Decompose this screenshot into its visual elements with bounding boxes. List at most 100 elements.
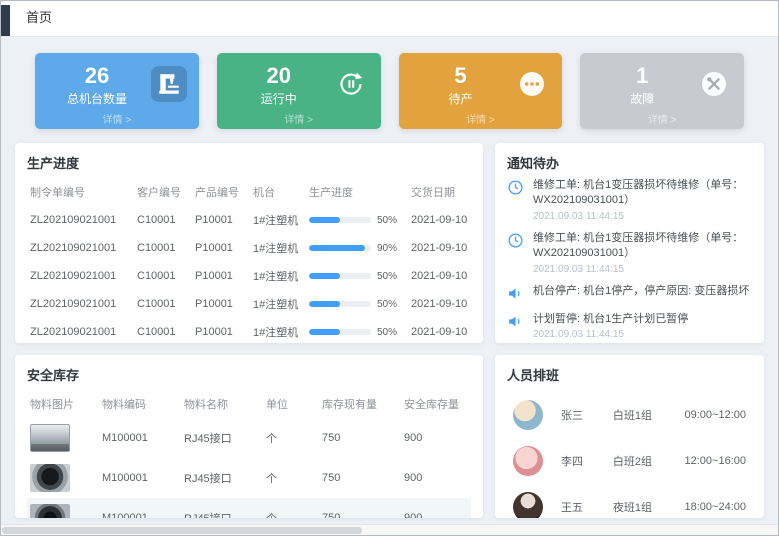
cell-machine: 1#注塑机 <box>250 318 306 343</box>
sidebar-edge <box>1 5 10 36</box>
cell-order: ZL202109021001 <box>27 262 134 290</box>
panel-title: 通知待办 <box>507 153 752 172</box>
column-header: 机台 <box>250 178 306 206</box>
cell-customer: C10001 <box>134 318 192 343</box>
cell-machine: 1#注塑机 <box>250 206 306 234</box>
person-name: 王五 <box>561 499 613 515</box>
detail-link[interactable]: 详情 > <box>580 111 744 126</box>
cell-progress: 90% <box>306 234 408 262</box>
speaker-icon <box>507 313 525 331</box>
material-photo <box>30 504 70 518</box>
cell-material-code: M100001 <box>99 498 181 518</box>
cell-progress: 50% <box>306 290 408 318</box>
cell-customer: C10001 <box>134 234 192 262</box>
cell-customer: C10001 <box>134 290 192 318</box>
table-row: M100001 RJ45接口 个 750 900 <box>27 498 471 518</box>
notification-item[interactable]: 维修工单: 机台1变压器损坏待维修（单号：WX202109031001） 202… <box>507 178 752 222</box>
shift-time: 12:00~16:00 <box>685 455 746 467</box>
cell-progress: 50% <box>306 262 408 290</box>
column-header: 制令单编号 <box>27 178 134 206</box>
column-header: 物料图片 <box>27 390 99 418</box>
stat-card-text: 1 故障 <box>594 64 690 107</box>
column-header: 安全库存量 <box>401 390 471 418</box>
cell-stock: 750 <box>319 458 401 498</box>
clock-icon <box>507 179 525 197</box>
stat-card-text: 5 待产 <box>413 64 509 107</box>
material-photo <box>30 464 70 492</box>
cell-progress: 50% <box>306 318 408 343</box>
cell-machine: 1#注塑机 <box>250 234 306 262</box>
cell-order: ZL202109021001 <box>27 318 134 343</box>
cell-safety-stock: 900 <box>401 458 471 498</box>
tab-home[interactable]: 首页 <box>10 7 68 36</box>
table-header-row: 物料图片 物料编码 物料名称 单位 库存现有量 安全库存量 <box>27 390 471 418</box>
notification-text: 维修工单: 机台1变压器损坏待维修（单号：WX202109031001） <box>533 231 752 262</box>
progress-bar <box>309 245 371 251</box>
progress-bar <box>309 301 371 307</box>
column-header: 物料名称 <box>181 390 263 418</box>
notification-time: 2021.09.03 11:44:15 <box>533 211 752 222</box>
notification-item[interactable]: 机台停产: 机台1停产，停产原因: 变压器损坏 <box>507 284 752 303</box>
panel-personnel-schedule: 人员排班 张三 白班1组 09:00~12:00 李四 白班2组 12:00~1… <box>495 355 764 518</box>
panels-grid: 生产进度 制令单编号 客户编号 产品编号 机台 生产进度 交货日期 <box>15 143 764 518</box>
detail-link[interactable]: 详情 > <box>35 111 199 126</box>
cell-unit: 个 <box>263 498 319 518</box>
stat-card-total-machines[interactable]: 26 总机台数量 详情 > <box>35 53 199 129</box>
notification-time: 2021.09.03 11:44:15 <box>533 264 752 275</box>
shift-time: 18:00~24:00 <box>685 501 746 513</box>
notification-text: 维修工单: 机台1变压器损坏待维修（单号：WX202109031001） <box>533 178 752 209</box>
shift-time: 09:00~12:00 <box>685 409 746 421</box>
app-window: 首页 26 总机台数量 <box>0 0 779 536</box>
cell-safety-stock: 900 <box>401 418 471 458</box>
progress-bar-fill <box>309 245 365 251</box>
table-row: ZL202109021001 C10001 P10001 1#注塑机 50% 2… <box>27 262 471 290</box>
cell-customer: C10001 <box>134 262 192 290</box>
stat-cards-row: 26 总机台数量 详情 > 20 <box>35 53 744 129</box>
production-table: 制令单编号 客户编号 产品编号 机台 生产进度 交货日期 ZL202109021… <box>27 178 471 343</box>
detail-link[interactable]: 详情 > <box>399 111 563 126</box>
avatar <box>513 446 543 476</box>
panel-safety-stock: 安全库存 物料图片 物料编码 物料名称 单位 库存现有量 安全库存量 <box>15 355 483 518</box>
notification-time: 2021.09.03 11:44:15 <box>533 329 688 340</box>
detail-link[interactable]: 详情 > <box>217 111 381 126</box>
shift-label: 夜班1组 <box>613 499 685 515</box>
cell-material-image <box>27 498 99 518</box>
cell-order: ZL202109021001 <box>27 234 134 262</box>
notification-item[interactable]: 计划暂停: 机台1生产计划已暂停 2021.09.03 11:44:15 <box>507 312 752 340</box>
progress-bar-fill <box>309 273 340 279</box>
stat-card-running[interactable]: 20 运行中 详情 > <box>217 53 381 129</box>
stat-card-fault[interactable]: 1 故障 详情 > <box>580 53 744 129</box>
notification-item[interactable]: 维修工单: 机台1变压器损坏待维修（单号：WX202109031001） 202… <box>507 231 752 275</box>
standby-icon <box>514 66 550 102</box>
cell-material-name: RJ45接口 <box>181 498 263 518</box>
cell-stock: 750 <box>319 498 401 518</box>
stat-label: 总机台数量 <box>49 90 145 107</box>
inventory-table: 物料图片 物料编码 物料名称 单位 库存现有量 安全库存量 M100001 R <box>27 390 471 518</box>
cell-material-name: RJ45接口 <box>181 458 263 498</box>
schedule-row: 李四 白班2组 12:00~16:00 <box>513 446 746 476</box>
running-icon <box>333 66 369 102</box>
avatar <box>513 400 543 430</box>
progress-percent: 50% <box>377 299 397 310</box>
notification-text: 计划暂停: 机台1生产计划已暂停 <box>533 312 688 327</box>
scrollbar-thumb[interactable] <box>2 527 362 534</box>
avatar <box>513 492 543 518</box>
table-row: ZL202109021001 C10001 P10001 1#注塑机 50% 2… <box>27 206 471 234</box>
progress-percent: 90% <box>377 243 397 254</box>
stat-label: 故障 <box>594 90 690 107</box>
material-photo <box>30 424 70 452</box>
cell-progress: 50% <box>306 206 408 234</box>
table-row: M100001 RJ45接口 个 750 900 <box>27 458 471 498</box>
stat-card-text: 26 总机台数量 <box>49 64 145 107</box>
machine-icon <box>151 66 187 102</box>
horizontal-scrollbar[interactable] <box>1 524 778 535</box>
panel-production-progress: 生产进度 制令单编号 客户编号 产品编号 机台 生产进度 交货日期 <box>15 143 483 343</box>
progress-percent: 50% <box>377 215 397 226</box>
stat-card-standby[interactable]: 5 待产 详情 > <box>399 53 563 129</box>
stat-label: 待产 <box>413 90 509 107</box>
shift-label: 白班1组 <box>613 407 685 423</box>
table-row: M100001 RJ45接口 个 750 900 <box>27 418 471 458</box>
cell-order: ZL202109021001 <box>27 290 134 318</box>
column-header: 生产进度 <box>306 178 408 206</box>
progress-bar <box>309 329 371 335</box>
